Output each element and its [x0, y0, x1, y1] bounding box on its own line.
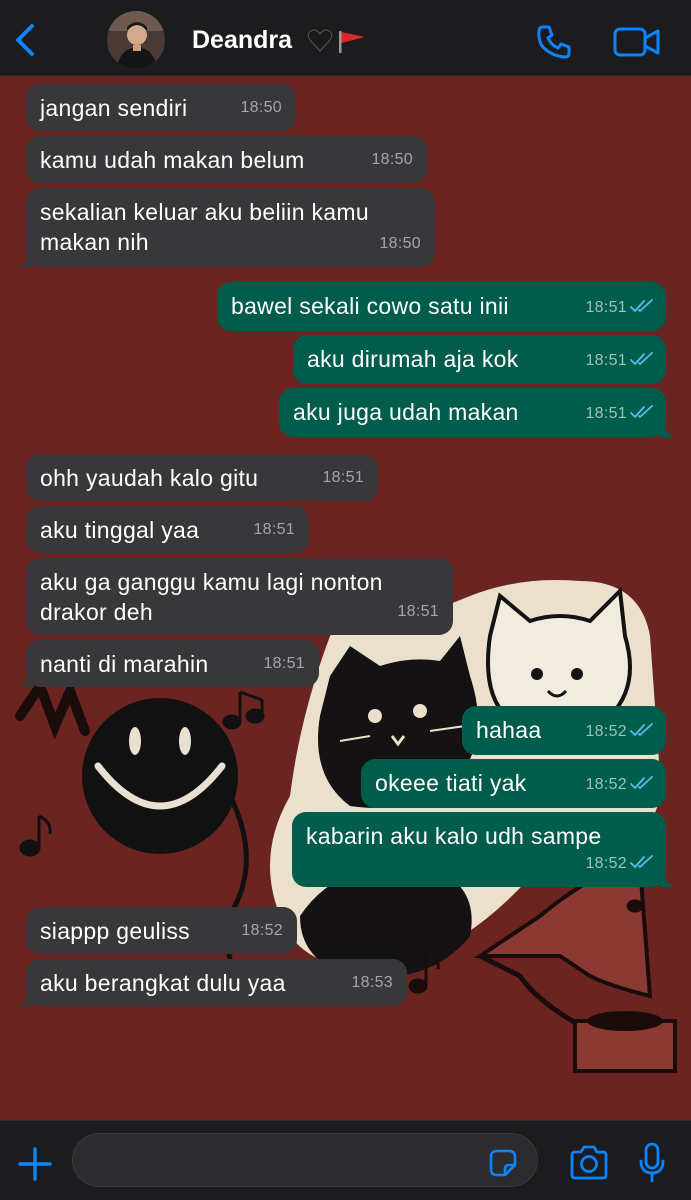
chevron-left-icon: [16, 24, 34, 56]
read-double-tick-icon: [630, 855, 653, 869]
message-time: 18:51: [585, 352, 627, 369]
camera-button[interactable]: [568, 1143, 610, 1183]
message-status: 18:52: [585, 717, 654, 747]
bubble-tail: [18, 253, 32, 267]
phone-icon: [537, 25, 571, 59]
message-time: 18:50: [240, 99, 282, 116]
message-bubble-incoming[interactable]: aku tinggal yaa 18:51: [26, 506, 309, 553]
voice-call-button[interactable]: [534, 22, 574, 62]
message-time: 18:52: [241, 922, 283, 939]
message-text: okeee tiati yak: [375, 770, 527, 796]
bubble-tail: [18, 992, 32, 1006]
message-bubble-outgoing[interactable]: kabarin aku kalo udh sampe 18:52: [292, 812, 674, 887]
message-bubble-incoming[interactable]: sekalian keluar aku beliin kamu makan ni…: [18, 188, 435, 267]
message-bubble-incoming[interactable]: jangan sendiri 18:50: [26, 84, 296, 131]
message-text: ohh yaudah kalo gitu: [40, 465, 259, 491]
message-time: 18:50: [371, 151, 413, 168]
attach-button[interactable]: [16, 1145, 54, 1183]
message-status: 18:51: [585, 293, 654, 323]
name-emojis: [307, 28, 371, 54]
message-time: 18:52: [585, 723, 627, 740]
chat-header: Deandra: [0, 0, 691, 76]
read-double-tick-icon: [630, 723, 653, 737]
contact-avatar[interactable]: [107, 11, 165, 69]
message-text: siappp geuliss: [40, 918, 190, 944]
read-double-tick-icon: [630, 776, 653, 790]
red-flag-icon: [339, 31, 365, 53]
message-bubble-outgoing[interactable]: bawel sekali cowo satu inii 18:51: [217, 282, 666, 331]
message-time: 18:52: [585, 776, 627, 793]
message-text: aku ga ganggu kamu lagi nonton drakor de…: [40, 569, 383, 625]
message-time: 18:51: [322, 469, 364, 486]
message-bubble-incoming[interactable]: ohh yaudah kalo gitu 18:51: [26, 454, 378, 501]
plus-icon: [18, 1147, 52, 1181]
message-status: 18:51: [585, 399, 654, 429]
message-input-bar: [0, 1120, 691, 1200]
message-bubble-incoming[interactable]: nanti di marahin 18:51: [18, 640, 319, 687]
message-bubble-outgoing[interactable]: hahaa 18:52: [462, 706, 666, 755]
bubble-tail: [660, 873, 674, 887]
message-time: 18:51: [585, 405, 627, 422]
message-bubble-incoming[interactable]: kamu udah makan belum 18:50: [26, 136, 427, 183]
sticker-icon: [489, 1149, 517, 1177]
message-bubble-outgoing[interactable]: aku juga udah makan 18:51: [279, 388, 674, 437]
message-text: aku berangkat dulu yaa: [40, 970, 286, 996]
microphone-icon: [639, 1142, 665, 1183]
back-button[interactable]: [10, 20, 44, 60]
message-time: 18:53: [351, 974, 393, 991]
message-text: kamu udah makan belum: [40, 147, 305, 173]
video-camera-icon: [613, 27, 660, 57]
message-status: 18:52: [585, 849, 654, 879]
bubble-tail: [18, 673, 32, 687]
camera-icon: [570, 1145, 608, 1180]
sticker-button[interactable]: [487, 1147, 519, 1179]
chat-area[interactable]: jangan sendiri 18:50 kamu udah makan bel…: [0, 76, 691, 1120]
message-time: 18:51: [585, 299, 627, 316]
message-bubble-outgoing[interactable]: aku dirumah aja kok 18:51: [293, 335, 666, 384]
message-time: 18:51: [397, 603, 439, 620]
read-double-tick-icon: [630, 299, 653, 313]
message-bubble-incoming[interactable]: siappp geuliss 18:52: [26, 907, 297, 954]
message-text: aku dirumah aja kok: [307, 346, 519, 372]
message-text: aku juga udah makan: [293, 399, 519, 425]
message-status: 18:52: [585, 770, 654, 800]
message-input[interactable]: [72, 1133, 538, 1187]
contact-name[interactable]: Deandra: [192, 26, 292, 55]
message-bubble-incoming[interactable]: aku berangkat dulu yaa 18:53: [18, 959, 407, 1006]
message-text: nanti di marahin: [40, 651, 209, 677]
message-text: sekalian keluar aku beliin kamu makan ni…: [40, 199, 369, 255]
message-time: 18:52: [585, 855, 627, 872]
message-text: hahaa: [476, 717, 542, 743]
message-bubble-incoming[interactable]: aku ga ganggu kamu lagi nonton drakor de…: [26, 558, 453, 635]
voice-message-button[interactable]: [637, 1141, 667, 1185]
message-time: 18:51: [253, 521, 295, 538]
read-double-tick-icon: [630, 405, 653, 419]
message-status: 18:51: [585, 346, 654, 376]
message-time: 18:51: [263, 655, 305, 672]
message-text: jangan sendiri: [40, 95, 188, 121]
message-text: aku tinggal yaa: [40, 517, 200, 543]
message-text: bawel sekali cowo satu inii: [231, 293, 509, 319]
video-call-button[interactable]: [612, 24, 662, 60]
message-text: kabarin aku kalo udh sampe: [306, 823, 602, 849]
black-heart-icon: [307, 29, 333, 52]
bubble-tail: [660, 423, 674, 437]
message-time: 18:50: [379, 235, 421, 252]
read-double-tick-icon: [630, 352, 653, 366]
message-bubble-outgoing[interactable]: okeee tiati yak 18:52: [361, 759, 666, 808]
